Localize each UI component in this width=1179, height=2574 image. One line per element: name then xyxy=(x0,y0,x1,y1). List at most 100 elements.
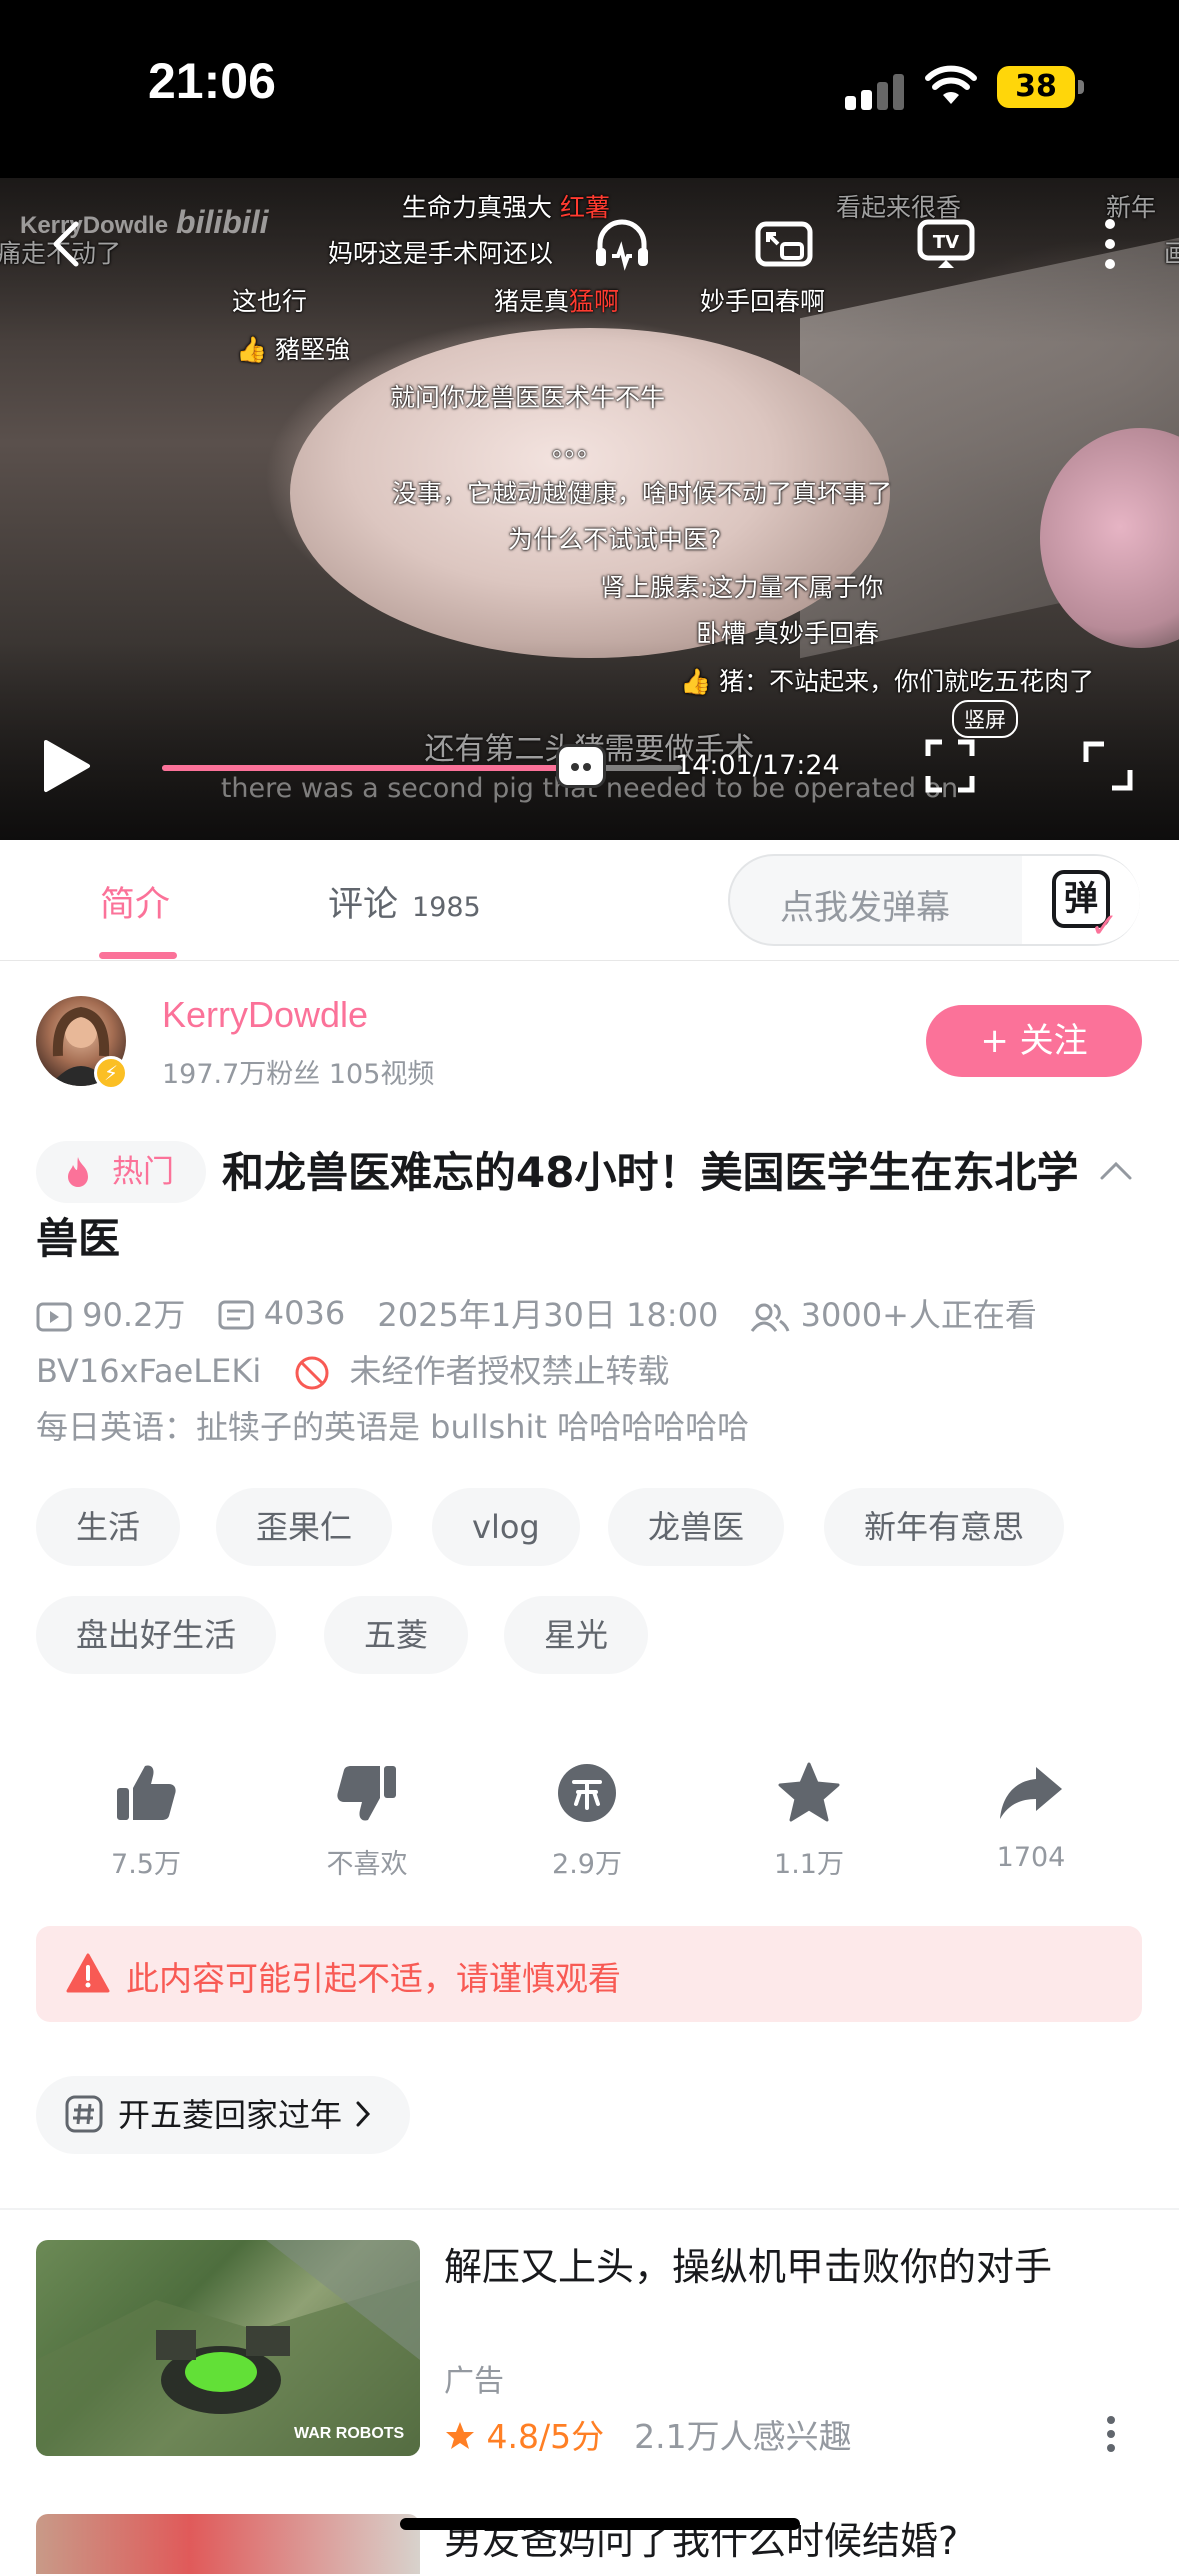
chevron-up-icon[interactable] xyxy=(1096,1150,1136,1190)
hot-tag-label: 热门 xyxy=(112,1154,174,1190)
verified-badge-icon: ⚡ xyxy=(94,1056,128,1090)
comments-count: 1985 xyxy=(412,892,481,923)
ad-rating: 4.8/5分 2.1万人感兴趣 xyxy=(444,2410,852,2458)
video-meta-2: BV16xFaeLEKi 未经作者授权禁止转载 xyxy=(36,1346,670,1392)
like-count: 7.5万 xyxy=(111,1849,181,1880)
star-icon xyxy=(778,1762,840,1822)
video-time: 14:01/17:24 xyxy=(675,750,840,781)
video-thumbnail[interactable] xyxy=(36,2514,420,2574)
tag-item[interactable]: 盘出好生活 xyxy=(36,1596,277,1674)
danmaku-item: 生命力真强大 红薯 xyxy=(402,193,610,222)
tv-cast-icon[interactable]: TV xyxy=(914,212,978,276)
tag-item[interactable]: 五菱 xyxy=(324,1596,469,1674)
more-options-icon[interactable] xyxy=(1100,212,1120,276)
share-icon xyxy=(1000,1767,1062,1819)
cellular-signal-icon xyxy=(845,70,915,110)
rating-star-icon xyxy=(446,2422,474,2449)
views-stat: 90.2万 xyxy=(36,1290,185,1336)
topic-label: 开五菱回家过年 xyxy=(118,2096,343,2134)
ad-rating-value: 4.8/5分 xyxy=(486,2417,605,2456)
danmaku-item: 妙手回春啊 xyxy=(700,287,826,316)
ad-interested-count: 2.1万人感兴趣 xyxy=(634,2417,852,2456)
tag-item[interactable]: vlog xyxy=(432,1488,580,1566)
danmaku-input[interactable]: 点我发弹幕 弹 ✓ xyxy=(728,854,1140,946)
status-bar: 21:06 38 xyxy=(0,0,1179,178)
danmaku-item: 没事，它越动越健康，啥时候不动了真坏事了 xyxy=(392,479,893,508)
favorite-count: 1.1万 xyxy=(774,1849,844,1880)
watching-icon xyxy=(751,1303,790,1332)
tag-item[interactable]: 新年有意思 xyxy=(824,1488,1065,1566)
back-icon[interactable] xyxy=(36,212,100,276)
bvid[interactable]: BV16xFaeLEKi xyxy=(36,1352,261,1390)
tab-comments-label: 评论 xyxy=(328,885,399,925)
coin-count: 2.9万 xyxy=(552,1849,622,1880)
section-divider xyxy=(0,2208,1179,2210)
tab-comments[interactable]: 评论 1985 xyxy=(328,876,481,927)
video-description: 每日英语：扯犊子的英语是 bullshit 哈哈哈哈哈哈 xyxy=(36,1408,750,1446)
dislike-button[interactable]: 不喜欢 xyxy=(292,1756,442,1881)
tag-item[interactable]: 星光 xyxy=(504,1596,649,1674)
danmaku-count: 4036 xyxy=(263,1294,346,1332)
picture-in-picture-icon[interactable] xyxy=(752,212,816,276)
follow-button[interactable]: + 关注 xyxy=(926,1005,1142,1077)
flame-icon xyxy=(68,1157,88,1187)
tag-item[interactable]: 歪果仁 xyxy=(216,1488,393,1566)
warning-text: 此内容可能引起不适，请谨慎观看 xyxy=(126,1959,621,1998)
play-icon[interactable] xyxy=(40,738,92,794)
progress-thumb-icon[interactable] xyxy=(556,744,606,788)
tab-bar: 简介 评论 1985 点我发弹幕 弹 ✓ xyxy=(0,840,1179,961)
video-meta: 90.2万 4036 2025年1月30日 18:00 3000+人正在看 xyxy=(36,1290,1059,1336)
svg-text:TV: TV xyxy=(933,232,959,253)
vertical-screen-badge: 竖屏 xyxy=(952,700,1018,738)
bilibili-logo: bilibili xyxy=(176,204,269,240)
ad-thumb-logo: WAR ROBOTS xyxy=(294,2425,405,2442)
watching-count: 3000+人正在看 xyxy=(800,1296,1037,1334)
danmaku-item: 肾上腺素:这力量不属于你 xyxy=(600,573,884,602)
danmaku-item: 为什么不试试中医? xyxy=(508,525,722,554)
like-button[interactable]: 7.5万 xyxy=(71,1756,221,1881)
topic-chip[interactable]: 开五菱回家过年 xyxy=(36,2076,411,2154)
watching-stat: 3000+人正在看 xyxy=(750,1290,1037,1336)
danmaku-stat: 4036 xyxy=(218,1294,346,1332)
hot-tag[interactable]: 热门 xyxy=(36,1141,206,1203)
status-time: 21:06 xyxy=(148,53,276,109)
share-button[interactable]: 1704 xyxy=(956,1756,1106,1873)
content-warning: 此内容可能引起不适，请谨慎观看 xyxy=(36,1926,1142,2022)
danmaku-count-icon xyxy=(218,1300,254,1330)
favorite-button[interactable]: 1.1万 xyxy=(734,1756,884,1881)
danmaku-item: 这也行 xyxy=(232,287,308,316)
tag-item[interactable]: 生活 xyxy=(36,1488,181,1566)
danmaku-item: 妈呀这是手术阿还以 xyxy=(328,239,554,268)
vertical-fullscreen-icon[interactable] xyxy=(924,738,976,794)
danmaku-item: 猪是真猛啊 xyxy=(494,287,620,316)
thumbs-up-icon xyxy=(117,1765,176,1820)
danmaku-item: 👍 猪：不站起来，你们就吃五花肉了 xyxy=(680,667,1095,696)
coin-button[interactable]: 2.9万 xyxy=(512,1756,662,1881)
danmaku-placeholder: 点我发弹幕 xyxy=(780,888,950,928)
thumbs-down-icon xyxy=(337,1766,396,1821)
uploader-name[interactable]: KerryDowdle xyxy=(162,994,368,1036)
home-indicator xyxy=(400,2518,800,2530)
danmaku-item: 卧槽 真妙手回春 xyxy=(696,619,879,648)
tab-indicator xyxy=(99,952,177,959)
play-count-icon xyxy=(36,1302,72,1332)
fullscreen-icon[interactable] xyxy=(1082,740,1134,792)
uploader-stats: 197.7万粉丝 105视频 xyxy=(162,1059,435,1090)
danmaku-settings-button[interactable]: 弹 ✓ xyxy=(1022,856,1140,946)
progress-fill xyxy=(162,765,581,771)
coin-icon xyxy=(558,1764,616,1822)
dislike-label: 不喜欢 xyxy=(326,1849,408,1880)
audio-listen-icon[interactable] xyxy=(590,212,654,276)
ad-more-icon[interactable] xyxy=(1104,2412,1118,2456)
wifi-icon xyxy=(925,65,977,104)
publish-date: 2025年1月30日 18:00 xyxy=(377,1296,719,1334)
copyright-notice: 未经作者授权禁止转载 xyxy=(349,1352,670,1390)
battery-tip xyxy=(1078,80,1084,94)
video-player[interactable]: KerryDowdle bilibili 生命力真强大 红薯 看起来很香 新年 痛走不动… xyxy=(0,178,1179,840)
ad-title[interactable]: 解压又上头，操纵机甲击败你的对手 xyxy=(444,2236,1052,2291)
tag-item[interactable]: 龙兽医 xyxy=(608,1488,785,1566)
ad-thumbnail[interactable]: WAR ROBOTS xyxy=(36,2240,420,2456)
check-icon: ✓ xyxy=(1090,906,1119,946)
tab-intro[interactable]: 简介 xyxy=(100,876,170,927)
ad-label: 广告 xyxy=(444,2364,504,2399)
